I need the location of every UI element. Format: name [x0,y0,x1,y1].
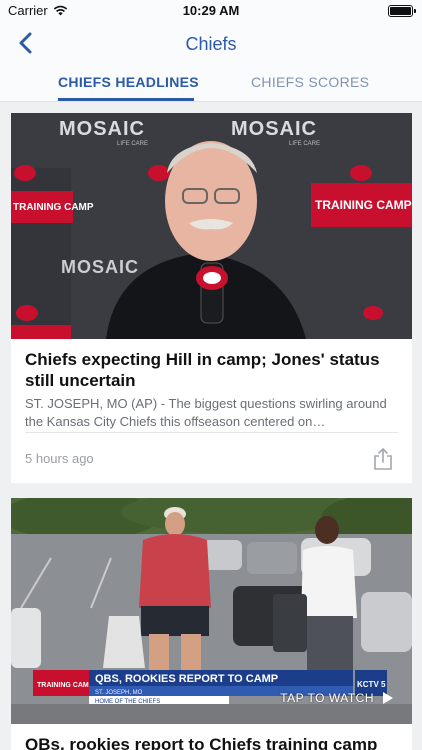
tap-to-watch-label: TAP TO WATCH [280,691,374,705]
card-divider [25,432,398,433]
tap-to-watch[interactable]: TAP TO WATCH [280,691,394,705]
tab-bar: CHIEFS HEADLINES CHIEFS SCORES [0,66,422,102]
share-icon[interactable] [372,447,394,471]
backdrop-text-left: MOSAIC [59,118,145,140]
navigation-bar: Chiefs [0,22,422,66]
tab-chiefs-headlines[interactable]: CHIEFS HEADLINES [58,74,199,90]
status-time: 10:29 AM [182,3,240,18]
backdrop-sub-left: LIFE CARE [117,141,148,147]
chyron-tag: TRAINING CAMP [37,682,94,689]
article-video-thumbnail[interactable]: TRAINING CAMP QBS, ROOKIES REPORT TO CAM… [11,498,412,724]
article-image-press-conference[interactable]: MOSAIC LIFE CARE MOSAIC LIFE CARE MOSAIC… [11,113,412,339]
banner-text-right: TRAINING CAMP [315,198,412,212]
page-title: Chiefs [185,34,237,54]
article-title[interactable]: QBs, rookies report to Chiefs training c… [25,734,397,750]
backdrop-text-right: MOSAIC [231,118,317,140]
article-summary: ST. JOSEPH, MO (AP) - The biggest questi… [25,396,387,429]
article-card[interactable]: TRAINING CAMP QBS, ROOKIES REPORT TO CAM… [11,498,412,750]
tab-chiefs-scores[interactable]: CHIEFS SCORES [251,74,369,90]
backdrop-sub-right: LIFE CARE [289,141,320,147]
article-card[interactable]: MOSAIC LIFE CARE MOSAIC LIFE CARE MOSAIC… [11,113,412,483]
article-timestamp: 5 hours ago [25,451,94,466]
play-icon [383,692,393,704]
status-bar: Carrier 10:29 AM [0,0,422,22]
article-title[interactable]: Chiefs expecting Hill in camp; Jones' st… [25,349,397,391]
chyron-location: ST. JOSEPH, MO [95,690,143,696]
battery-icon [388,5,416,17]
chyron-headline: QBS, ROOKIES REPORT TO CAMP [95,673,278,685]
station-logo: KCTV 5 [357,680,386,689]
banner-text-left: TRAINING CAMP [13,202,94,213]
backdrop-text-lower: MOSAIC [61,257,139,277]
active-tab-indicator [58,98,194,101]
